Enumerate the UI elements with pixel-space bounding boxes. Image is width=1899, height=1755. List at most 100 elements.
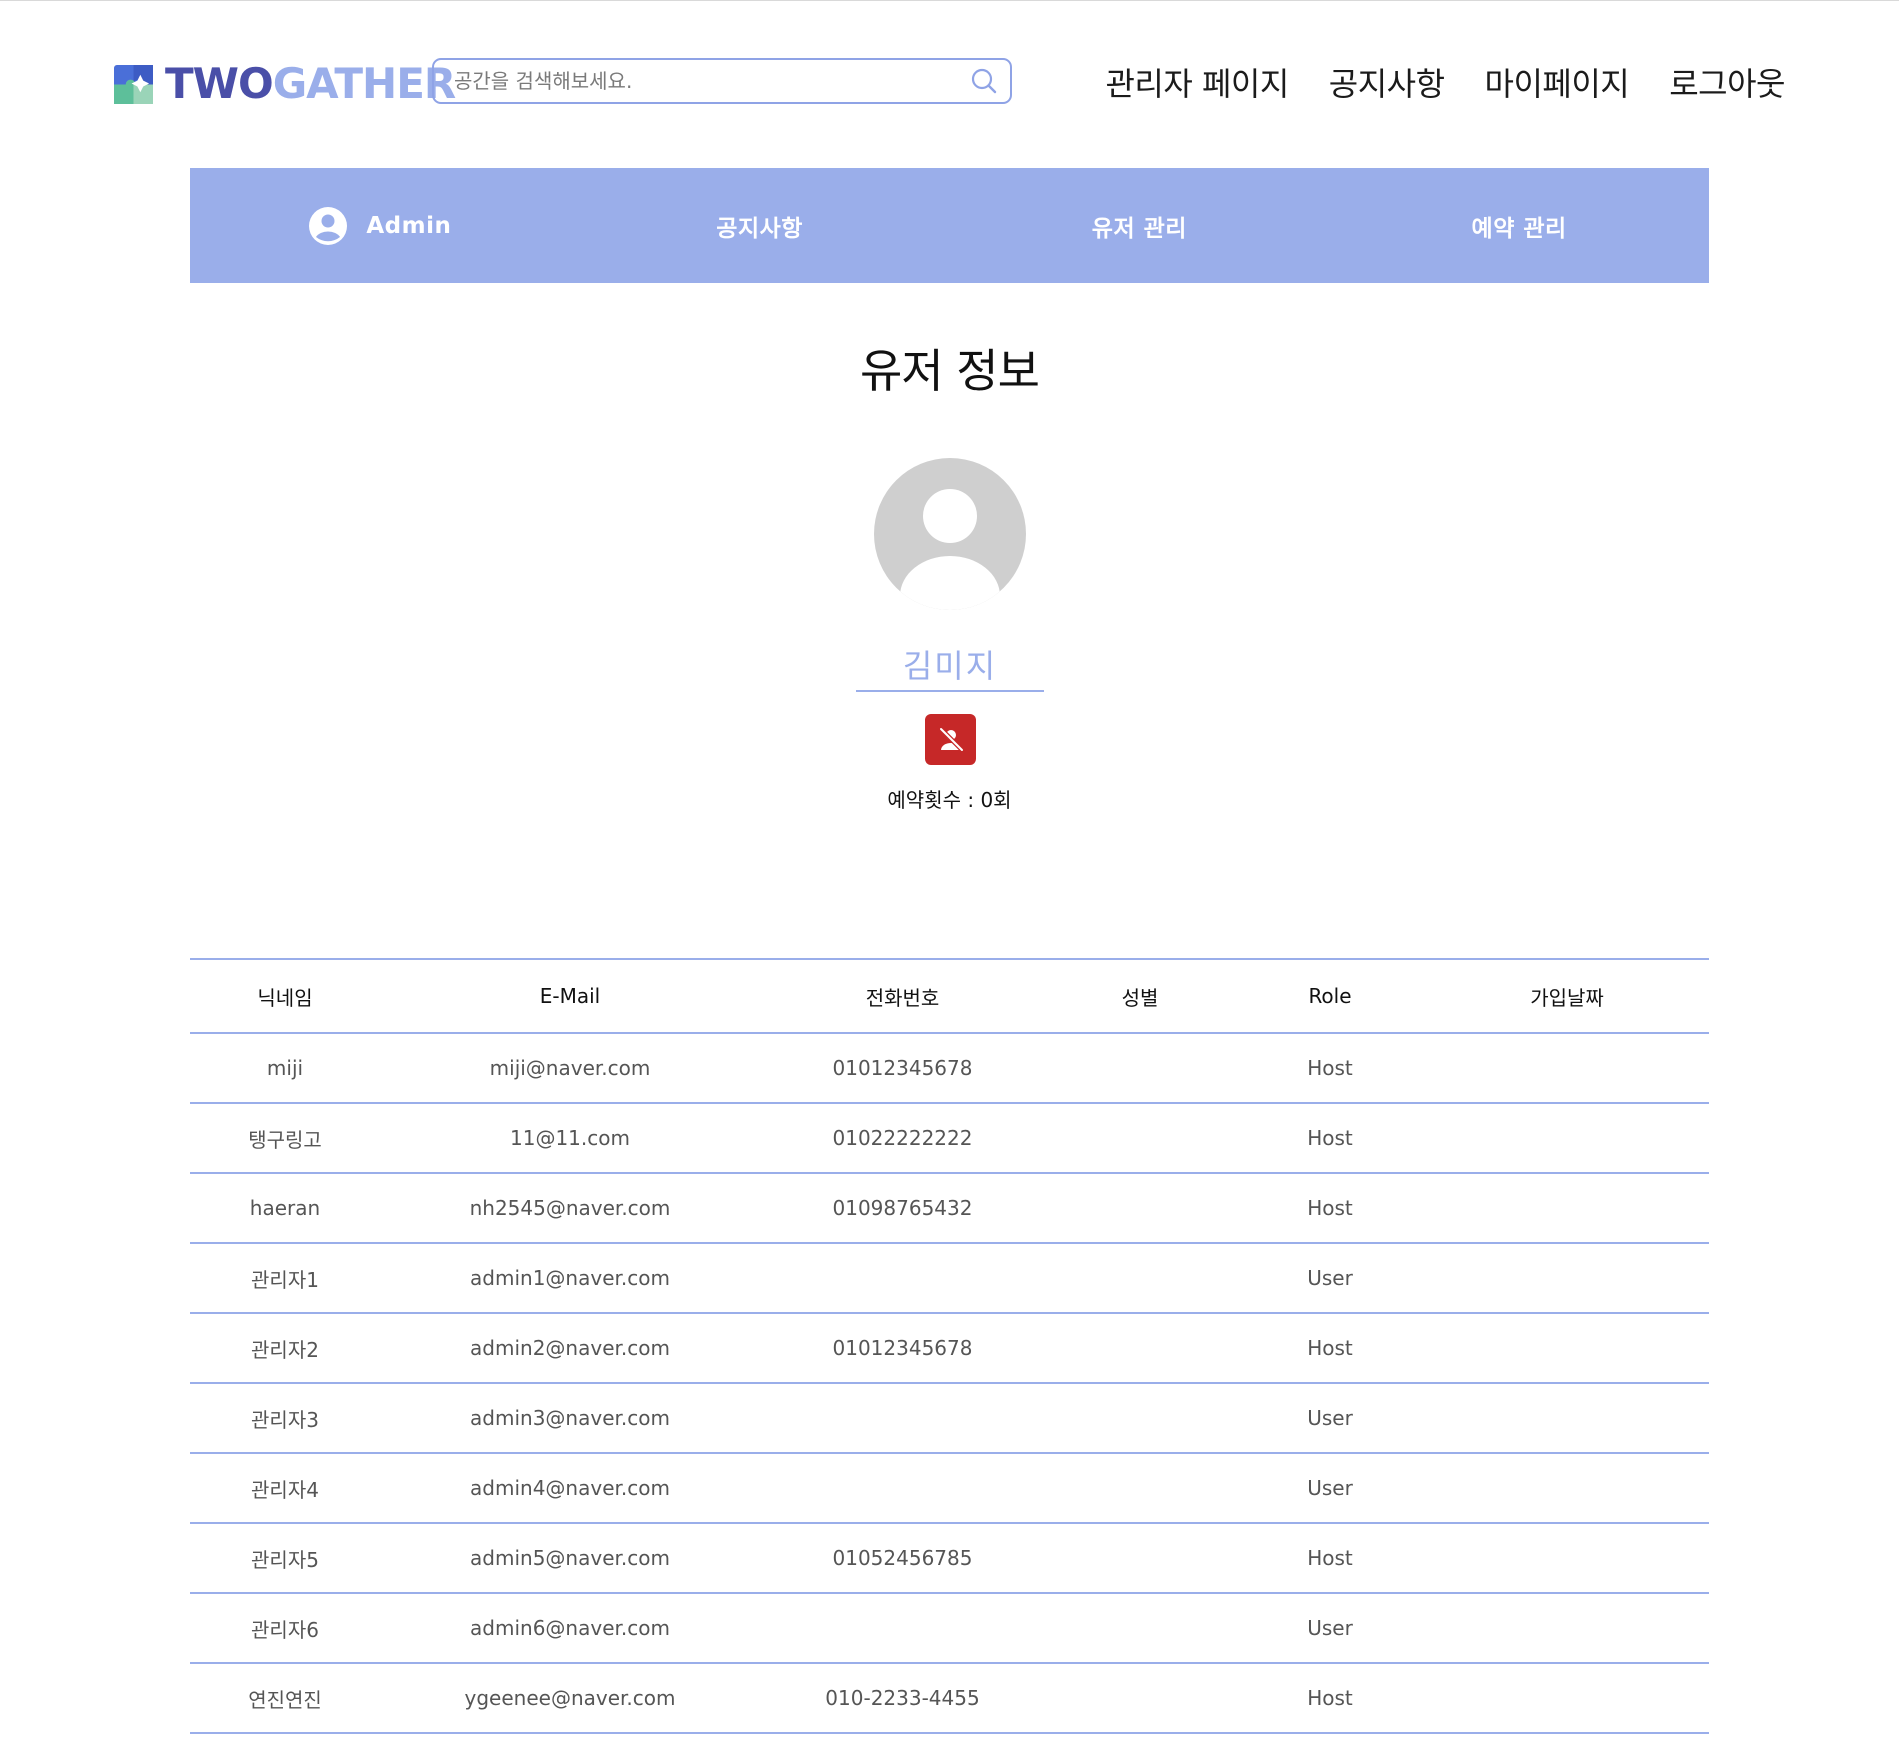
cell-role: Host [1235, 1523, 1425, 1594]
cell-role: Host [1235, 1173, 1425, 1244]
cell-role: User [1235, 1383, 1425, 1454]
cell-email: miji@naver.com [380, 1033, 760, 1104]
profile-avatar-icon [874, 458, 1026, 610]
logo[interactable]: TWOGATHER [114, 59, 457, 108]
cell-gender [1045, 1663, 1235, 1734]
header-gender: 성별 [1045, 959, 1235, 1034]
cell-nickname: haeran [190, 1173, 380, 1244]
reservation-count: 예약횟수 : 0회 [887, 788, 1012, 812]
cell-join-date [1425, 1103, 1709, 1174]
table-row[interactable]: 관리자1 admin1@naver.com User [190, 1243, 1709, 1314]
cell-gender [1045, 1453, 1235, 1524]
search-box [432, 58, 1012, 104]
cell-email: 11@11.com [380, 1103, 760, 1174]
cell-email: nh2545@naver.com [380, 1173, 760, 1244]
cell-role: Host [1235, 1033, 1425, 1104]
admin-tab-user-management[interactable]: 유저 관리 [950, 209, 1330, 243]
header-phone: 전화번호 [760, 959, 1045, 1034]
cell-gender [1045, 1383, 1235, 1454]
cell-nickname: 탱구링고 [190, 1103, 380, 1174]
cell-phone [760, 1453, 1045, 1524]
cell-phone [760, 1593, 1045, 1664]
cell-phone [760, 1243, 1045, 1314]
cell-nickname: miji [190, 1033, 380, 1104]
cell-gender [1045, 1243, 1235, 1314]
cell-email: admin2@naver.com [380, 1313, 760, 1384]
cell-phone: 01098765432 [760, 1173, 1045, 1244]
cell-role: Host [1235, 1103, 1425, 1174]
admin-tab-reservation-management[interactable]: 예약 관리 [1329, 209, 1709, 243]
cell-join-date [1425, 1313, 1709, 1384]
search-input[interactable] [434, 60, 976, 102]
cell-nickname: 연진연진 [190, 1663, 380, 1734]
cell-join-date [1425, 1453, 1709, 1524]
admin-profile-tab[interactable]: Admin [190, 206, 570, 246]
cell-join-date [1425, 1173, 1709, 1244]
puzzle-logo-icon [114, 64, 153, 104]
cell-email: admin1@naver.com [380, 1243, 760, 1314]
table-row[interactable]: miji miji@naver.com 01012345678 Host [190, 1033, 1709, 1104]
cell-role: User [1235, 1593, 1425, 1664]
header-join-date: 가입날짜 [1425, 959, 1709, 1034]
user-block-icon [938, 726, 964, 752]
cell-nickname: 관리자5 [190, 1523, 380, 1594]
cell-join-date [1425, 1523, 1709, 1594]
admin-label: Admin [366, 212, 452, 239]
nav-logout[interactable]: 로그아웃 [1669, 62, 1785, 106]
logo-text-two: TWO [165, 59, 274, 108]
cell-email: admin4@naver.com [380, 1453, 760, 1524]
search-icon[interactable] [970, 67, 998, 95]
cell-nickname: 관리자4 [190, 1453, 380, 1524]
table-row[interactable]: haeran nh2545@naver.com 01098765432 Host [190, 1173, 1709, 1244]
user-circle-icon [309, 206, 348, 245]
cell-phone: 010-2233-4455 [760, 1663, 1045, 1734]
cell-join-date [1425, 1663, 1709, 1734]
table-row[interactable]: 관리자4 admin4@naver.com User [190, 1453, 1709, 1524]
cell-nickname: 관리자3 [190, 1383, 380, 1454]
table-row[interactable]: 관리자5 admin5@naver.com 01052456785 Host [190, 1523, 1709, 1594]
nav-admin-page[interactable]: 관리자 페이지 [1105, 62, 1289, 106]
cell-phone: 01012345678 [760, 1033, 1045, 1104]
nav-mypage[interactable]: 마이페이지 [1485, 62, 1630, 106]
cell-gender [1045, 1173, 1235, 1244]
cell-join-date [1425, 1243, 1709, 1314]
cell-gender [1045, 1593, 1235, 1664]
table-row[interactable]: 탱구링고 11@11.com 01022222222 Host [190, 1103, 1709, 1174]
cell-role: Host [1235, 1663, 1425, 1734]
cell-email: admin5@naver.com [380, 1523, 760, 1594]
cell-join-date [1425, 1593, 1709, 1664]
logo-text-gather: GATHER [272, 59, 457, 108]
table-row[interactable]: 관리자3 admin3@naver.com User [190, 1383, 1709, 1454]
cell-phone: 01022222222 [760, 1103, 1045, 1174]
table-header-row: 닉네임 E-Mail 전화번호 성별 Role 가입날짜 [190, 959, 1709, 1034]
cell-gender [1045, 1313, 1235, 1384]
cell-gender [1045, 1523, 1235, 1594]
table-row[interactable]: 연진연진 ygeenee@naver.com 010-2233-4455 Hos… [190, 1663, 1709, 1734]
header-role: Role [1235, 959, 1425, 1034]
user-table: 닉네임 E-Mail 전화번호 성별 Role 가입날짜 miji miji@n… [190, 958, 1709, 1734]
block-user-button[interactable] [925, 714, 976, 765]
cell-email: admin6@naver.com [380, 1593, 760, 1664]
cell-role: User [1235, 1243, 1425, 1314]
admin-bar: Admin 공지사항 유저 관리 예약 관리 [190, 168, 1709, 283]
table-row[interactable]: 관리자6 admin6@naver.com User [190, 1593, 1709, 1664]
cell-join-date [1425, 1383, 1709, 1454]
site-header: TWOGATHER 관리자 페이지 공지사항 마이페이지 로그아웃 [0, 0, 1899, 165]
page-title: 유저 정보 [860, 344, 1040, 398]
nav-notice[interactable]: 공지사항 [1329, 62, 1445, 106]
cell-role: User [1235, 1453, 1425, 1524]
logo-text: TWOGATHER [165, 59, 457, 108]
admin-tab-notice[interactable]: 공지사항 [570, 209, 950, 243]
cell-nickname: 관리자6 [190, 1593, 380, 1664]
header-nickname: 닉네임 [190, 959, 380, 1034]
cell-phone: 01052456785 [760, 1523, 1045, 1594]
cell-phone: 01012345678 [760, 1313, 1045, 1384]
cell-gender [1045, 1033, 1235, 1104]
header-email: E-Mail [380, 959, 760, 1034]
cell-nickname: 관리자2 [190, 1313, 380, 1384]
cell-gender [1045, 1103, 1235, 1174]
cell-email: admin3@naver.com [380, 1383, 760, 1454]
table-row[interactable]: 관리자2 admin2@naver.com 01012345678 Host [190, 1313, 1709, 1384]
cell-role: Host [1235, 1313, 1425, 1384]
top-nav: 관리자 페이지 공지사항 마이페이지 로그아웃 [1105, 62, 1785, 106]
